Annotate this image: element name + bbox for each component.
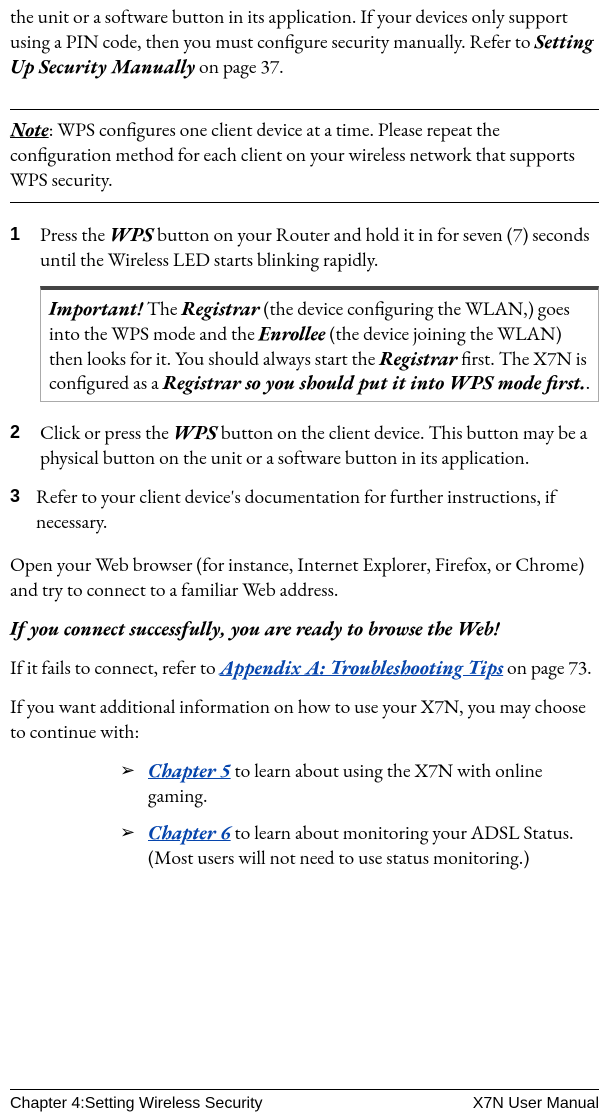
footer-chapter: Chapter 4:Setting Wireless Security xyxy=(10,1094,263,1114)
page-footer: Chapter 4:Setting Wireless Security X7N … xyxy=(10,1090,599,1114)
intro-paragraph: the unit or a software button in its app… xyxy=(10,4,599,79)
intro-suffix: on page 37. xyxy=(195,53,283,79)
bullet-chapter-6: ➢ Chapter 6 to learn about monitoring yo… xyxy=(120,820,599,870)
s2-t1: Click or press the xyxy=(40,419,173,445)
step-1-text: Press the WPS button on your Router and … xyxy=(40,222,599,272)
intro-text: the unit or a software button in its app… xyxy=(10,3,568,54)
bullet-1-text: Chapter 5 to learn about using the X7N w… xyxy=(148,758,599,808)
open-browser-paragraph: Open your Web browser (for instance, Int… xyxy=(10,552,599,602)
step-1-number: 1 xyxy=(10,222,40,272)
fails-paragraph: If it fails to connect, refer to Appendi… xyxy=(10,655,599,680)
success-line: If you connect successfully, you are rea… xyxy=(10,616,599,641)
step-3-number: 3 xyxy=(10,484,36,534)
step-2-text: Click or press the WPS button on the cli… xyxy=(40,420,599,470)
footer-wrap: Chapter 4:Setting Wireless Security X7N … xyxy=(10,1089,599,1114)
note-label: Note xyxy=(10,116,49,142)
registrar-term-2: Registrar xyxy=(379,345,457,371)
continue-bullets: ➢ Chapter 5 to learn about using the X7N… xyxy=(120,758,599,870)
footer-manual-title: X7N User Manual xyxy=(473,1094,599,1114)
bullet-2-text: Chapter 6 to learn about monitoring your… xyxy=(148,820,599,870)
s1-t1: Press the xyxy=(40,221,109,247)
registrar-phrase: Registrar so you should put it into WPS … xyxy=(163,369,586,395)
step-2: 2 Click or press the WPS button on the c… xyxy=(10,420,599,470)
wps-ref: WPS xyxy=(109,221,153,247)
step-3-text: Refer to your client device's documentat… xyxy=(36,484,599,534)
steps-list-cont: 2 Click or press the WPS button on the c… xyxy=(10,420,599,534)
link-chapter-5[interactable]: Chapter 5 xyxy=(148,757,231,783)
note-text: : WPS configures one client device at a … xyxy=(10,116,575,192)
note-paragraph: Note: WPS configures one client device a… xyxy=(10,117,599,192)
imp-t1: The xyxy=(143,295,182,321)
fails-t1: If it fails to connect, refer to xyxy=(10,654,220,680)
wps-ref-2: WPS xyxy=(173,419,217,445)
registrar-term: Registrar xyxy=(181,295,259,321)
rule-top xyxy=(10,109,599,111)
additional-info-paragraph: If you want additional information on ho… xyxy=(10,694,599,744)
arrow-icon: ➢ xyxy=(120,820,148,870)
manual-page: the unit or a software button in its app… xyxy=(0,0,607,1120)
imp-period: . xyxy=(586,369,591,395)
important-box: Important! The Registrar (the device con… xyxy=(40,286,599,403)
arrow-icon: ➢ xyxy=(120,758,148,808)
fails-t2: on page 73. xyxy=(503,654,591,680)
step-3: 3 Refer to your client device's document… xyxy=(10,484,599,534)
important-label: Important! xyxy=(49,295,143,321)
bullet-chapter-5: ➢ Chapter 5 to learn about using the X7N… xyxy=(120,758,599,808)
link-appendix-a[interactable]: Appendix A: Troubleshooting Tips xyxy=(220,654,504,680)
steps-list: 1 Press the WPS button on your Router an… xyxy=(10,222,599,272)
step-1: 1 Press the WPS button on your Router an… xyxy=(10,222,599,272)
step-2-number: 2 xyxy=(10,420,40,470)
enrollee-term: Enrollee xyxy=(259,320,326,346)
link-chapter-6[interactable]: Chapter 6 xyxy=(148,819,231,845)
rule-mid xyxy=(10,202,599,204)
